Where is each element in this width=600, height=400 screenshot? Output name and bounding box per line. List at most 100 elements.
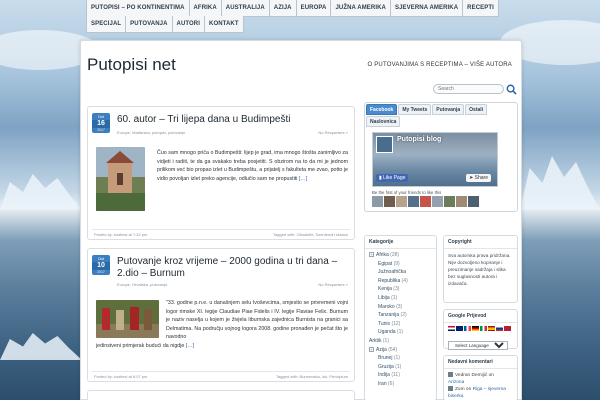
tab-bar: Facebook My Tweets Putovanja Ostali Nasl… xyxy=(365,103,517,128)
friend-avatar[interactable] xyxy=(468,196,479,207)
category-count: (3) xyxy=(393,286,400,293)
category-item[interactable]: Republika (4) xyxy=(369,277,432,286)
category-item[interactable]: + Azija (54) xyxy=(369,346,432,355)
facebook-page-name[interactable]: Putopisi blog xyxy=(397,136,441,143)
nav-item-sjeverna-amerika[interactable]: SJEVERNA AMERIKA xyxy=(389,0,464,17)
tab-putovanja[interactable]: Putovanja xyxy=(432,104,465,115)
friend-avatar[interactable] xyxy=(372,196,383,207)
search-icon[interactable] xyxy=(506,84,517,95)
post-comments-link[interactable]: No Responses » xyxy=(318,130,348,135)
category-label[interactable]: Indija xyxy=(378,372,390,378)
facebook-share-button[interactable]: ➤ Share xyxy=(466,174,491,182)
facebook-page-box[interactable]: Putopisi blog ▮ Like Page ➤ Share xyxy=(372,132,498,187)
friend-avatar[interactable] xyxy=(408,196,419,207)
category-label[interactable]: Egipat xyxy=(378,261,392,267)
category-label[interactable]: Azija xyxy=(376,347,387,353)
category-item[interactable]: Maroko (3) xyxy=(369,303,432,312)
tab-naslovnica[interactable]: Naslovnica xyxy=(366,116,401,127)
category-label[interactable]: Kenija xyxy=(378,286,392,292)
date-month: Oct xyxy=(92,113,110,120)
nav-item-afrika[interactable]: AFRIKA xyxy=(188,0,222,17)
category-item[interactable]: Tanzanija (2) xyxy=(369,311,432,320)
category-item[interactable]: Brunej (1) xyxy=(369,354,432,363)
category-label[interactable]: Tunis xyxy=(378,321,390,327)
category-label[interactable]: Libija xyxy=(378,295,390,301)
post-categories[interactable]: Europe, Hrvatska, putovanje xyxy=(117,282,167,287)
nav-item-juzna-amerika[interactable]: JUŽNA AMERIKA xyxy=(330,0,391,17)
flag-icon[interactable] xyxy=(464,326,471,331)
read-more-link[interactable]: […] xyxy=(299,176,307,182)
flag-icon[interactable] xyxy=(496,326,503,331)
nav-item-putopisi[interactable]: PUTOPISI – PO KONTINENTIMA xyxy=(86,0,190,17)
language-select[interactable]: Select Language xyxy=(448,341,508,350)
tab-facebook[interactable]: Facebook xyxy=(366,104,398,115)
nav-item-europa[interactable]: EUROPA xyxy=(295,0,332,17)
category-item[interactable]: Iran (6) xyxy=(369,380,432,389)
post-tags: Tagged with: Cittadelle, Szentendri skol… xyxy=(273,232,348,237)
friend-avatar[interactable] xyxy=(432,196,443,207)
tab-ostali[interactable]: Ostali xyxy=(465,104,488,115)
category-label[interactable]: Južnoafrička xyxy=(378,269,406,275)
category-item[interactable]: Tunis (12) xyxy=(369,320,432,329)
flag-icon[interactable] xyxy=(504,326,511,331)
nav-item-putovanja[interactable]: PUTOVANJA xyxy=(125,16,173,33)
read-more-link[interactable]: […] xyxy=(186,343,194,349)
post-title[interactable]: 60. autor – Tri lijepa dana u Budimpešti xyxy=(117,114,350,126)
content-panel: Putopisi net O PUTOVANJIMA S RECEPTIMA –… xyxy=(80,40,522,400)
category-item[interactable]: Arktik (1) xyxy=(369,337,432,346)
nav-item-autori[interactable]: AUTORI xyxy=(171,16,206,33)
category-item[interactable]: Uganda (1) xyxy=(369,328,432,337)
category-label[interactable]: Iran xyxy=(378,381,387,387)
category-label[interactable]: Afrika xyxy=(376,252,389,258)
category-item[interactable]: Indija (11) xyxy=(369,371,432,380)
category-label[interactable]: Uganda xyxy=(378,329,396,335)
post-categories[interactable]: Europe, Mađarska, putopisi, putovanje xyxy=(117,130,185,135)
category-label[interactable]: Tanzanija xyxy=(378,312,399,318)
category-label[interactable]: Republika xyxy=(378,278,400,284)
comment-post-link[interactable]: Arizona xyxy=(448,380,464,385)
tab-my-tweets[interactable]: My Tweets xyxy=(398,104,432,115)
category-label[interactable]: Gruzija xyxy=(378,364,394,370)
category-item[interactable]: Egipat (9) xyxy=(369,260,432,269)
flag-icon[interactable] xyxy=(488,326,495,331)
friend-avatar[interactable] xyxy=(396,196,407,207)
post-thumbnail[interactable] xyxy=(96,300,159,338)
nav-item-australija[interactable]: AUSTRALIJA xyxy=(220,0,270,17)
category-item[interactable]: Kenija (3) xyxy=(369,285,432,294)
flag-icon[interactable] xyxy=(448,326,455,331)
nav-item-kontakt[interactable]: KONTAKT xyxy=(204,16,244,33)
category-item[interactable]: Libija (1) xyxy=(369,294,432,303)
nav-item-recepti[interactable]: RECEPTI xyxy=(462,0,499,17)
comment-author[interactable]: Vedran Demijić on xyxy=(455,373,494,378)
friend-avatar[interactable] xyxy=(420,196,431,207)
expand-icon[interactable]: + xyxy=(369,346,374,352)
comment-item[interactable]: Zum on Riga – sjeverna biserka xyxy=(448,386,513,400)
facebook-page-avatar[interactable] xyxy=(376,136,393,153)
post-comments-link[interactable]: No Responses » xyxy=(318,282,348,287)
flag-icon[interactable] xyxy=(480,326,487,331)
post-title[interactable]: Putovanje kroz vrijeme – 2000 godina u t… xyxy=(117,256,350,280)
facebook-like-button[interactable]: ▮ Like Page xyxy=(376,174,409,182)
category-label[interactable]: Brunej xyxy=(378,355,392,361)
friend-avatar[interactable] xyxy=(384,196,395,207)
comment-item[interactable]: Vedran Demijić on Arizona xyxy=(448,372,513,386)
category-label[interactable]: Maroko xyxy=(378,304,395,310)
flag-icon[interactable] xyxy=(472,326,479,331)
friend-avatar[interactable] xyxy=(456,196,467,207)
post-item: Oct 10 2017 Putovanje kroz vrijeme – 200… xyxy=(87,248,355,382)
search-input[interactable] xyxy=(433,84,504,94)
category-item[interactable]: + Afrika (28) xyxy=(369,251,432,260)
excerpt-text: "33. godine p.n.e. u današnjem selu Ivoš… xyxy=(166,300,348,340)
nav-item-azija[interactable]: AZIJA xyxy=(268,0,297,17)
category-label[interactable]: Arktik xyxy=(369,338,382,344)
divider xyxy=(92,371,350,372)
category-item[interactable]: Južnoafrička xyxy=(369,268,432,277)
site-title[interactable]: Putopisi net xyxy=(87,55,176,75)
flag-icon[interactable] xyxy=(456,326,463,331)
comment-author[interactable]: Zum on xyxy=(455,387,471,392)
post-thumbnail[interactable] xyxy=(96,147,145,211)
friend-avatar[interactable] xyxy=(444,196,455,207)
nav-item-specijal[interactable]: SPECIJAL xyxy=(86,16,127,33)
category-item[interactable]: Gruzija (1) xyxy=(369,363,432,372)
expand-icon[interactable]: + xyxy=(369,252,374,258)
